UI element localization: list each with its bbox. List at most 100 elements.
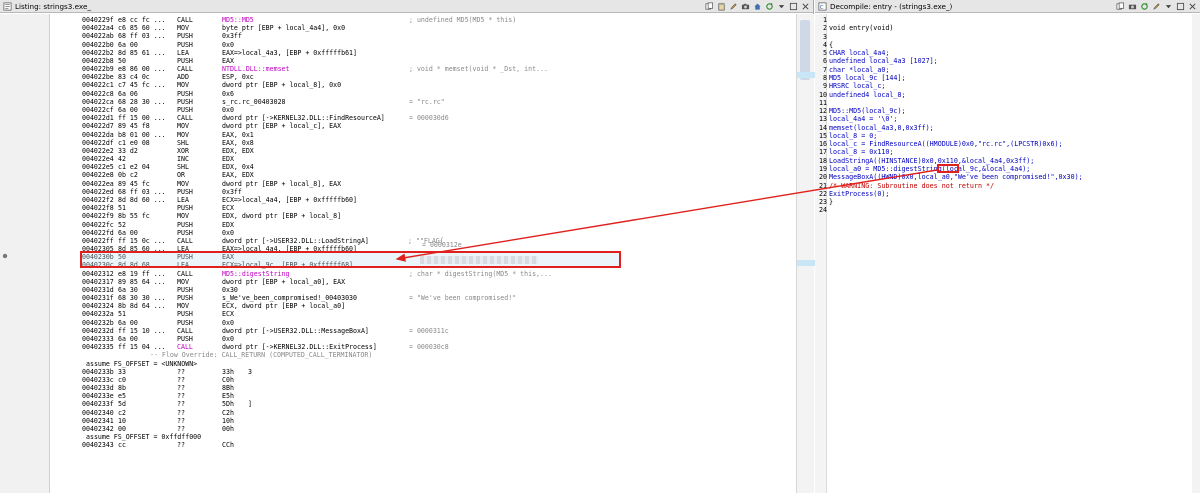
row-address[interactable]: 0040233f [82, 400, 114, 408]
row-address[interactable]: 004022cf [82, 106, 114, 114]
decompile-code-text[interactable]: memset(local_4a3,0,0x3ff); [829, 124, 934, 132]
row-address[interactable]: 004022b8 [82, 57, 114, 65]
row-address[interactable]: 0040232d [82, 327, 114, 335]
row-mnemonic[interactable]: LEA [177, 196, 189, 204]
row-address[interactable]: 004022d1 [82, 114, 114, 122]
row-operand[interactable]: EDX, 0x4 [222, 163, 254, 171]
row-address[interactable]: 004022fd [82, 229, 114, 237]
row-mnemonic[interactable]: PUSH [177, 221, 193, 229]
row-address[interactable]: 004022ea [82, 180, 114, 188]
decompile-code-text[interactable]: /* WARNING: Subroutine does not return *… [829, 182, 994, 190]
row-address[interactable]: 004022fc [82, 221, 114, 229]
row-mnemonic[interactable]: PUSH [177, 319, 193, 327]
row-mnemonic[interactable]: PUSH [177, 32, 193, 40]
decompile-code-text[interactable]: MD5 local_9c [144]; [829, 74, 906, 82]
row-mnemonic[interactable]: MOV [177, 24, 189, 32]
row-operand[interactable]: NTDLL.DLL::memset [222, 65, 290, 73]
row-address[interactable]: 004022ed [82, 188, 114, 196]
row-operand[interactable]: s_rc.rc_00403028 [222, 98, 286, 106]
row-operand[interactable]: dword ptr [->USER32.DLL::LoadStringA] [222, 237, 369, 245]
row-mnemonic[interactable]: PUSH [177, 188, 193, 196]
menu-icon[interactable] [777, 2, 786, 11]
row-address[interactable]: 00402317 [82, 278, 114, 286]
row-operand[interactable]: EAX, EDX [222, 171, 254, 179]
row-address[interactable]: 004022e8 [82, 171, 114, 179]
row-mnemonic[interactable]: INC [177, 155, 189, 163]
row-address[interactable]: 0040231f [82, 294, 114, 302]
row-address[interactable]: 004022ab [82, 32, 114, 40]
row-operand[interactable]: 0x0 [222, 229, 234, 237]
row-operand[interactable]: 0x0 [222, 335, 234, 343]
row-operand[interactable]: 0x0 [222, 106, 234, 114]
listing-scrollbar-thumb[interactable] [800, 20, 810, 80]
edit-icon[interactable] [1152, 2, 1161, 11]
row-address[interactable]: 0040232b [82, 319, 114, 327]
maximize-icon[interactable] [789, 2, 798, 11]
row-operand[interactable]: ECX, dword ptr [EBP + local_a0] [222, 302, 345, 310]
row-address[interactable]: 0040233b [82, 368, 114, 376]
decompile-code-text[interactable]: local_8 = 0; [829, 132, 877, 140]
row-mnemonic[interactable]: CALL [177, 16, 193, 24]
close-icon[interactable] [801, 2, 810, 11]
row-mnemonic[interactable]: PUSH [177, 41, 193, 49]
row-address[interactable]: 004022b2 [82, 49, 114, 57]
row-operand[interactable]: 0x0 [222, 41, 234, 49]
row-operand[interactable]: ECX [222, 204, 234, 212]
row-address[interactable]: 00402335 [82, 343, 114, 351]
row-address[interactable]: 004022c8 [82, 90, 114, 98]
row-operand[interactable]: 0x3ff [222, 32, 242, 40]
row-operand[interactable]: EDX, EDX [222, 147, 254, 155]
row-address[interactable]: 004022b0 [82, 41, 114, 49]
row-mnemonic[interactable]: XOR [177, 147, 189, 155]
row-mnemonic[interactable]: PUSH [177, 90, 193, 98]
row-address[interactable]: 00402340 [82, 409, 114, 417]
row-mnemonic[interactable]: MOV [177, 81, 189, 89]
row-address[interactable]: 00402324 [82, 302, 114, 310]
paste-icon[interactable] [717, 2, 726, 11]
row-address[interactable]: 004022b9 [82, 65, 114, 73]
row-mnemonic[interactable]: SHL [177, 139, 189, 147]
decompile-code-text[interactable]: local_a0 = MD5::digestString(local_9c,&l… [829, 165, 1030, 173]
row-mnemonic[interactable]: CALL [177, 327, 193, 335]
listing-scrollbar[interactable] [796, 14, 815, 493]
row-operand[interactable]: 0x0 [222, 319, 234, 327]
row-address[interactable]: 004022e4 [82, 155, 114, 163]
decompile-code-text[interactable]: ExitProcess(0); [829, 190, 889, 198]
close-icon[interactable] [1188, 2, 1197, 11]
row-mnemonic[interactable]: MOV [177, 278, 189, 286]
decompile-code-text[interactable]: } [829, 198, 833, 206]
row-address[interactable]: 004022f8 [82, 204, 114, 212]
row-operand[interactable]: EDX [222, 221, 234, 229]
row-address[interactable]: 0040233c [82, 376, 114, 384]
decompile-code-text[interactable]: local_8 = 0x110; [829, 148, 893, 156]
decompile-code-text[interactable]: local_c = FindResourceA((HMODULE)0x0,"rc… [829, 140, 1063, 148]
row-mnemonic[interactable]: MOV [177, 122, 189, 130]
row-operand[interactable]: dword ptr [->KERNEL32.DLL::FindResourceA… [222, 114, 385, 122]
row-operand[interactable]: EDX [222, 155, 234, 163]
snapshot-icon[interactable] [741, 2, 750, 11]
row-address[interactable]: 0040233e [82, 392, 114, 400]
row-operand[interactable]: ECX [222, 310, 234, 318]
row-address[interactable]: 004022f9 [82, 212, 114, 220]
menu-icon[interactable] [1164, 2, 1173, 11]
row-operand[interactable]: ESP, 0xc [222, 73, 254, 81]
decompile-code-text[interactable]: { [829, 41, 833, 49]
row-address[interactable]: 004022d7 [82, 122, 114, 130]
row-address[interactable]: 00402312 [82, 270, 114, 278]
decompile-code-text[interactable]: LoadStringA((HINSTANCE)0x0,0x110,&local_… [829, 157, 1034, 165]
row-operand[interactable]: dword ptr [EBP + local_8], EAX [222, 180, 341, 188]
row-operand[interactable]: MD5::digestString [222, 270, 290, 278]
row-address[interactable]: 004022df [82, 139, 114, 147]
decompile-code-text[interactable]: CHAR local_4a4; [829, 49, 889, 57]
row-operand[interactable]: byte ptr [EBP + local_4a4], 0x0 [222, 24, 345, 32]
row-operand[interactable]: 0x6 [222, 90, 234, 98]
row-mnemonic[interactable]: PUSH [177, 294, 193, 302]
row-operand[interactable]: dword ptr [EBP + local_a0], EAX [222, 278, 345, 286]
pane-splitter-handle[interactable] [2, 253, 8, 259]
row-mnemonic[interactable]: SHL [177, 163, 189, 171]
decompile-code-text[interactable]: undefined local_4a3 [1027]; [829, 57, 938, 65]
row-mnemonic[interactable]: PUSH [177, 98, 193, 106]
row-address[interactable]: 004022ff [82, 237, 114, 245]
row-operand[interactable]: 0x3ff [222, 188, 242, 196]
row-mnemonic[interactable]: CALL [177, 114, 193, 122]
